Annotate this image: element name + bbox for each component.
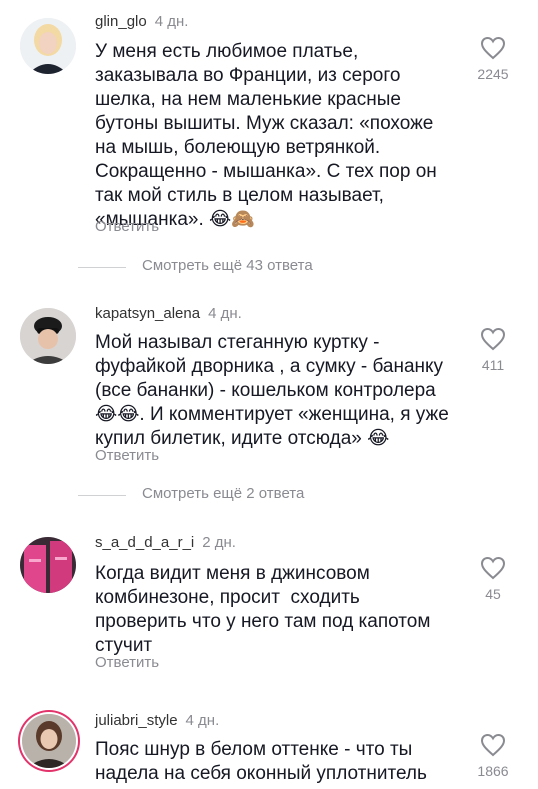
comment-date: 2 дн.	[202, 534, 236, 551]
like-count: 1866	[477, 763, 509, 779]
comment-username[interactable]: kapatsyn_alena 4 дн.	[95, 305, 242, 322]
username-text[interactable]: glin_glo	[95, 13, 147, 30]
divider-line	[78, 267, 126, 268]
comment-date: 4 дн.	[208, 305, 242, 322]
username-text[interactable]: juliabri_style	[95, 712, 178, 729]
view-more-replies-label[interactable]: Смотреть ещё 2 ответа	[142, 485, 304, 502]
divider-line	[78, 495, 126, 496]
comment-username[interactable]: s_a_d_d_a_r_i 2 дн.	[95, 534, 236, 551]
username-text[interactable]: kapatsyn_alena	[95, 305, 200, 322]
avatar[interactable]	[20, 537, 76, 593]
comment-text: Пояс шнур в белом оттенке - что ты надел…	[95, 739, 427, 784]
comment-text: У меня есть любимое платье, заказывала в…	[95, 41, 437, 230]
like-count: 411	[481, 357, 505, 373]
username-text[interactable]: s_a_d_d_a_r_i	[95, 534, 194, 551]
reply-button[interactable]: Ответить	[95, 447, 159, 464]
reply-button[interactable]: Ответить	[95, 218, 159, 235]
comment-username[interactable]: glin_glo 4 дн.	[95, 13, 188, 30]
comment-date: 4 дн.	[154, 13, 189, 30]
like-button[interactable]: 1866	[468, 733, 518, 779]
avatar[interactable]	[22, 714, 76, 768]
like-count: 2245	[477, 66, 509, 82]
heart-outline-icon	[480, 556, 506, 580]
like-button[interactable]: 2245	[468, 36, 518, 82]
comment-text: Мой называл стеганную куртку - фуфайкой …	[95, 332, 449, 449]
avatar[interactable]	[20, 308, 76, 364]
like-count: 45	[485, 586, 501, 602]
heart-outline-icon	[480, 36, 506, 60]
heart-outline-icon	[480, 733, 506, 757]
comment-date: 4 дн.	[185, 712, 220, 729]
view-more-replies[interactable]: Смотреть ещё 43 ответа	[0, 257, 538, 277]
like-button[interactable]: 45	[468, 556, 518, 602]
comment-username[interactable]: juliabri_style 4 дн.	[95, 712, 219, 729]
view-more-replies-label[interactable]: Смотреть ещё 43 ответа	[142, 257, 313, 274]
avatar[interactable]	[20, 18, 76, 74]
heart-outline-icon	[480, 327, 506, 351]
view-more-replies[interactable]: Смотреть ещё 2 ответа	[0, 485, 538, 505]
comment-text: Когда видит меня в джинсовом комбинезоне…	[95, 563, 431, 656]
reply-button[interactable]: Ответить	[95, 654, 159, 671]
like-button[interactable]: 411	[468, 327, 518, 373]
